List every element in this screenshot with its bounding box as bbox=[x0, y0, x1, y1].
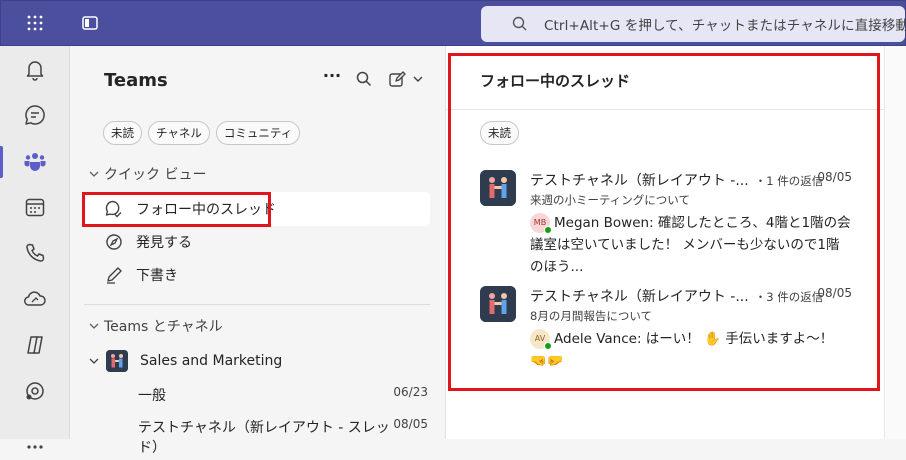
onedrive-icon[interactable] bbox=[0, 276, 70, 322]
activity-icon[interactable] bbox=[0, 46, 70, 92]
app-rail bbox=[0, 46, 70, 449]
chat-icon[interactable] bbox=[0, 92, 70, 138]
team-item[interactable]: Sales and Marketing bbox=[88, 350, 282, 372]
toggle-panel-icon[interactable] bbox=[81, 14, 99, 32]
channel-date: 06/23 bbox=[393, 385, 428, 399]
search-placeholder: Ctrl+Alt+G を押して、チャットまたはチャネルに直接移動する bbox=[544, 18, 906, 34]
title-bar: Ctrl+Alt+G を押して、チャットまたはチャネルに直接移動する bbox=[0, 0, 906, 46]
chevron-down-icon bbox=[89, 171, 99, 177]
teams-section-label: Teams とチャネル bbox=[104, 319, 223, 335]
search-icon bbox=[511, 15, 529, 33]
drafts-icon bbox=[107, 267, 122, 284]
app-launcher-icon[interactable] bbox=[25, 13, 45, 33]
calendar-icon[interactable] bbox=[0, 184, 70, 230]
teams-section-header[interactable]: Teams とチャネル bbox=[88, 316, 223, 336]
team-name: Sales and Marketing bbox=[140, 353, 283, 369]
chevron-down-icon bbox=[89, 323, 99, 329]
filter-unread[interactable]: 未読 bbox=[103, 121, 142, 145]
pane-title: Teams bbox=[104, 70, 168, 91]
compose-icon[interactable] bbox=[388, 70, 406, 88]
channel-item[interactable]: テストチャネル（新レイアウト - スレッド） 08/05 bbox=[138, 417, 428, 457]
highlight-box bbox=[448, 53, 880, 391]
more-apps-icon[interactable] bbox=[0, 414, 70, 460]
more-options-icon[interactable]: ··· bbox=[322, 68, 342, 88]
discover-icon bbox=[106, 234, 122, 250]
nav-label: 発見する bbox=[136, 235, 192, 251]
team-avatar bbox=[106, 350, 128, 372]
filter-community[interactable]: コミュニティ bbox=[215, 121, 301, 145]
channel-name: テストチャネル（新レイアウト - スレッド） bbox=[138, 420, 390, 456]
teams-list-pane: Teams ··· 未読 チャネル コミュニティ クイック ビュー フォロー中の… bbox=[70, 46, 446, 456]
search-input[interactable]: Ctrl+Alt+G を押して、チャットまたはチャネルに直接移動する bbox=[481, 6, 906, 42]
quick-view-header[interactable]: クイック ビュー bbox=[88, 164, 206, 184]
search-icon[interactable] bbox=[355, 70, 373, 88]
channel-date: 08/05 bbox=[393, 417, 428, 431]
apps-icon[interactable] bbox=[0, 368, 70, 414]
nav-drafts[interactable]: 下書き bbox=[84, 258, 430, 292]
copilot-icon[interactable] bbox=[0, 322, 70, 368]
highlight-box bbox=[82, 192, 271, 227]
nav-discover[interactable]: 発見する bbox=[84, 225, 430, 259]
filter-channels[interactable]: チャネル bbox=[148, 121, 210, 145]
divider bbox=[84, 304, 430, 305]
calls-icon[interactable] bbox=[0, 230, 70, 276]
filter-chips: 未読 チャネル コミュニティ bbox=[103, 121, 301, 145]
channel-name: 一般 bbox=[138, 388, 166, 404]
teams-icon[interactable] bbox=[0, 138, 70, 184]
channel-item[interactable]: 一般 06/23 bbox=[138, 385, 428, 405]
nav-label: 下書き bbox=[136, 268, 178, 284]
side-strip bbox=[884, 46, 906, 439]
chevron-down-icon bbox=[89, 358, 99, 364]
quick-view-label: クイック ビュー bbox=[104, 167, 207, 183]
chevron-down-icon[interactable] bbox=[412, 71, 424, 87]
